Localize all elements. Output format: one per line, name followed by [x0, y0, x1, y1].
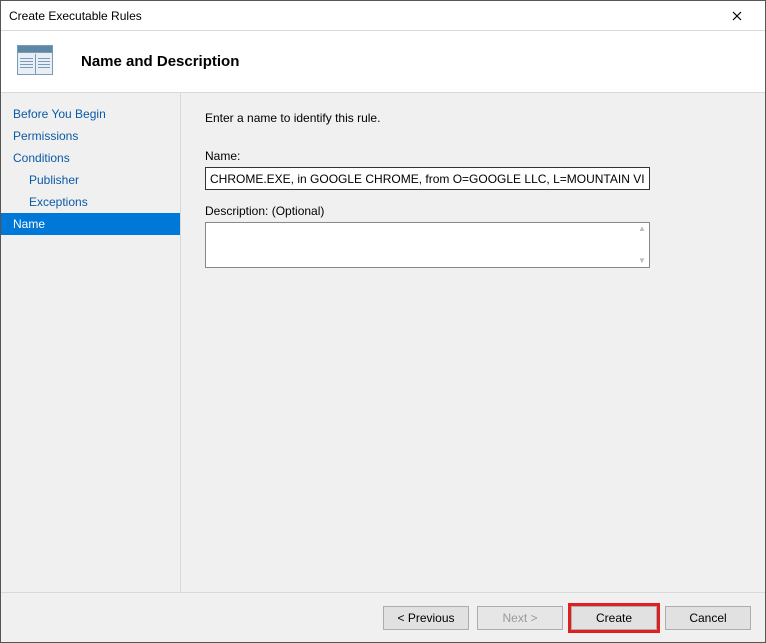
sidebar-item-exceptions[interactable]: Exceptions [1, 191, 180, 213]
name-field-block: Name: [205, 149, 741, 190]
wizard-main: Enter a name to identify this rule. Name… [181, 93, 765, 592]
wizard-footer: < Previous Next > Create Cancel [1, 592, 765, 642]
page-title: Name and Description [73, 53, 239, 70]
scroll-up-icon: ▲ [637, 225, 647, 233]
window-title: Create Executable Rules [9, 9, 142, 23]
wizard-sidebar: Before You Begin Permissions Conditions … [1, 93, 181, 592]
previous-button[interactable]: < Previous [383, 606, 469, 630]
sidebar-item-permissions[interactable]: Permissions [1, 125, 180, 147]
wizard-header: Name and Description [1, 31, 765, 93]
scroll-down-icon: ▼ [637, 257, 647, 265]
cancel-button[interactable]: Cancel [665, 606, 751, 630]
intro-text: Enter a name to identify this rule. [205, 111, 741, 125]
description-label: Description: (Optional) [205, 204, 741, 218]
create-button[interactable]: Create [571, 606, 657, 630]
description-field-block: Description: (Optional) ▲ ▼ [205, 204, 741, 268]
name-input[interactable] [205, 167, 650, 190]
sidebar-item-name[interactable]: Name [1, 213, 180, 235]
description-textarea[interactable] [206, 223, 649, 267]
wizard-page-icon [17, 45, 57, 79]
close-button[interactable] [717, 2, 757, 30]
wizard-body: Before You Begin Permissions Conditions … [1, 93, 765, 592]
titlebar: Create Executable Rules [1, 1, 765, 31]
sidebar-item-before-you-begin[interactable]: Before You Begin [1, 103, 180, 125]
name-label: Name: [205, 149, 741, 163]
sidebar-item-publisher[interactable]: Publisher [1, 169, 180, 191]
dialog-window: Create Executable Rules Name and Descrip… [0, 0, 766, 643]
sidebar-item-conditions[interactable]: Conditions [1, 147, 180, 169]
description-textarea-wrap: ▲ ▼ [205, 222, 650, 268]
close-icon [732, 11, 742, 21]
next-button: Next > [477, 606, 563, 630]
